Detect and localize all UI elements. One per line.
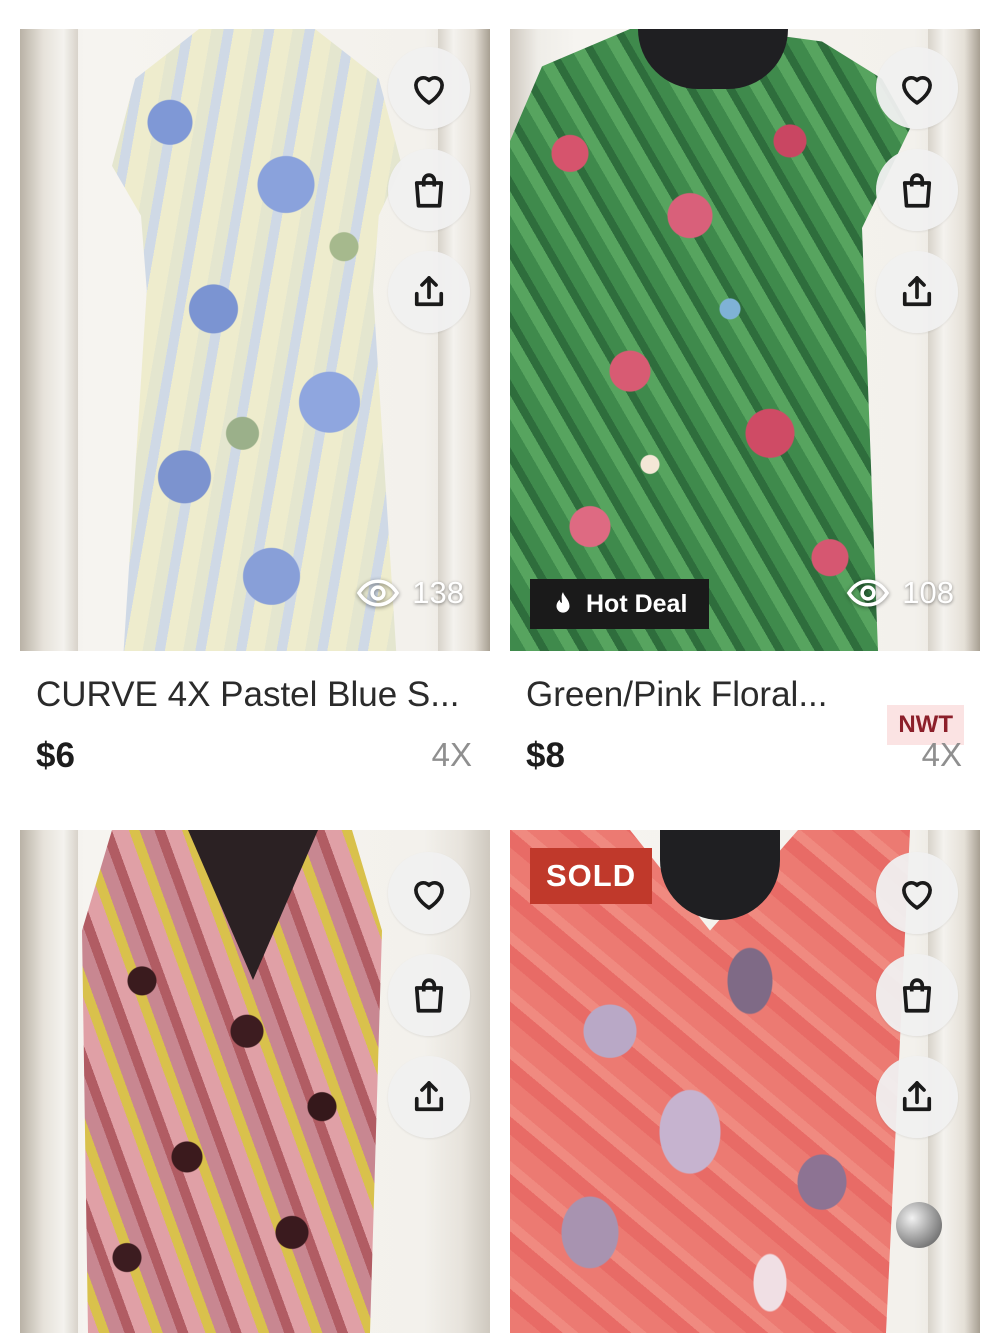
like-button[interactable] bbox=[388, 852, 470, 934]
listing-photo[interactable]: 138 bbox=[20, 29, 490, 651]
listing-title[interactable]: CURVE 4X Pastel Blue S... bbox=[36, 675, 459, 715]
eye-icon bbox=[847, 579, 890, 607]
listing-photo[interactable]: Hot Deal 108 bbox=[510, 29, 980, 651]
heart-icon bbox=[414, 880, 444, 910]
listing-price: $8 bbox=[526, 736, 565, 775]
add-to-bag-button[interactable] bbox=[876, 954, 958, 1036]
share-icon bbox=[414, 1081, 444, 1112]
share-button[interactable] bbox=[388, 1056, 470, 1138]
share-button[interactable] bbox=[876, 1056, 958, 1138]
add-to-bag-button[interactable] bbox=[388, 149, 470, 231]
share-icon bbox=[414, 276, 444, 307]
listing-card[interactable] bbox=[20, 830, 490, 1333]
view-count: 138 bbox=[356, 575, 464, 611]
listing-photo[interactable] bbox=[20, 830, 490, 1333]
shopping-bag-icon bbox=[414, 173, 444, 208]
dress-image bbox=[112, 29, 402, 651]
like-button[interactable] bbox=[876, 47, 958, 129]
eye-icon bbox=[357, 579, 400, 607]
share-button[interactable] bbox=[876, 251, 958, 333]
heart-icon bbox=[902, 880, 932, 910]
heart-icon bbox=[414, 75, 444, 105]
door-frame bbox=[20, 830, 78, 1333]
listing-card[interactable]: Hot Deal 108 Green/Pink Floral... NWT $8… bbox=[510, 29, 980, 789]
listing-card[interactable]: SOLD bbox=[510, 830, 980, 1333]
shopping-bag-icon bbox=[414, 978, 444, 1013]
share-icon bbox=[902, 1081, 932, 1112]
shopping-bag-icon bbox=[902, 173, 932, 208]
flame-icon bbox=[556, 592, 570, 613]
share-icon bbox=[902, 276, 932, 307]
listing-card[interactable]: 138 CURVE 4X Pastel Blue S... $6 4X bbox=[20, 29, 490, 789]
sold-badge: SOLD bbox=[530, 848, 653, 904]
door-frame bbox=[20, 29, 78, 651]
view-count-label: 108 bbox=[902, 575, 954, 610]
listing-size: 4X bbox=[431, 736, 472, 773]
dress-image bbox=[510, 29, 910, 651]
listing-title[interactable]: Green/Pink Floral... bbox=[526, 675, 828, 715]
listing-size: 4X bbox=[921, 736, 962, 773]
add-to-bag-button[interactable] bbox=[388, 954, 470, 1036]
hot-deal-label: Hot Deal bbox=[586, 589, 688, 618]
like-button[interactable] bbox=[876, 852, 958, 934]
hot-deal-badge: Hot Deal bbox=[530, 579, 710, 629]
like-button[interactable] bbox=[388, 47, 470, 129]
door-knob bbox=[896, 1202, 942, 1248]
heart-icon bbox=[902, 75, 932, 105]
listing-price: $6 bbox=[36, 736, 75, 775]
shopping-bag-icon bbox=[902, 978, 932, 1013]
add-to-bag-button[interactable] bbox=[876, 149, 958, 231]
view-count: 108 bbox=[846, 575, 954, 611]
view-count-label: 138 bbox=[412, 575, 464, 610]
listing-photo[interactable]: SOLD bbox=[510, 830, 980, 1333]
share-button[interactable] bbox=[388, 251, 470, 333]
